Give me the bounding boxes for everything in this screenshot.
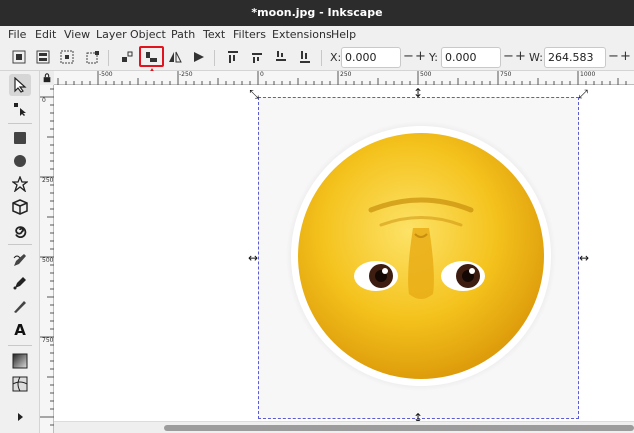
menu-layer[interactable]: Layer bbox=[96, 28, 127, 41]
ruler-label: 0 bbox=[42, 97, 46, 104]
y-label: Y: bbox=[429, 51, 438, 64]
toolbar-separator bbox=[321, 50, 322, 66]
3d-box-tool-icon[interactable] bbox=[9, 196, 31, 218]
selector-tool-icon[interactable] bbox=[9, 74, 31, 96]
pencil-tool-icon[interactable] bbox=[9, 249, 31, 271]
toolbar-separator bbox=[108, 50, 109, 66]
menu-text[interactable]: Text bbox=[203, 28, 225, 41]
raise-icon[interactable] bbox=[248, 48, 266, 66]
moon-image[interactable] bbox=[259, 98, 578, 418]
w-decrement-button[interactable]: − bbox=[608, 49, 619, 65]
width-field[interactable]: 264.583 bbox=[544, 47, 606, 68]
horizontal-ruler: -500 -250 0 250 500 750 1000 bbox=[54, 71, 634, 85]
spiral-tool-icon[interactable] bbox=[9, 219, 31, 241]
ruler-label: 500 bbox=[42, 257, 54, 264]
scale-handle-top-left[interactable]: ⤡ bbox=[248, 88, 260, 100]
mesh-tool-icon[interactable] bbox=[9, 373, 31, 395]
calligraphy-tool-icon[interactable] bbox=[9, 295, 31, 317]
flip-vertical-icon[interactable] bbox=[190, 48, 208, 66]
highlight-box bbox=[139, 46, 164, 67]
invert-selection-icon[interactable] bbox=[58, 48, 76, 66]
page-area[interactable] bbox=[258, 97, 579, 419]
toolbox: A bbox=[0, 71, 40, 433]
pen-tool-icon[interactable] bbox=[9, 272, 31, 294]
raise-to-top-icon[interactable] bbox=[224, 48, 242, 66]
menu-edit[interactable]: Edit bbox=[35, 28, 56, 41]
ruler-label: 250 bbox=[42, 177, 54, 184]
star-tool-icon[interactable] bbox=[9, 173, 31, 195]
menu-view[interactable]: View bbox=[64, 28, 90, 41]
x-increment-button[interactable]: + bbox=[415, 49, 426, 65]
menu-filters[interactable]: Filters bbox=[233, 28, 266, 41]
ruler-label: -250 bbox=[179, 71, 193, 78]
tool-controls-bar: X: 0.000 − + Y: 0.000 − + W: 264.583 − + bbox=[0, 45, 634, 71]
title-bar: *moon.jpg - Inkscape bbox=[0, 0, 634, 26]
flip-horizontal-icon[interactable] bbox=[166, 48, 184, 66]
y-decrement-button[interactable]: − bbox=[503, 49, 514, 65]
lower-to-bottom-icon[interactable] bbox=[296, 48, 314, 66]
ellipse-tool-icon[interactable] bbox=[9, 150, 31, 172]
rotate-ccw-icon[interactable] bbox=[118, 48, 136, 66]
menu-bar: File Edit View Layer Object Path Text Fi… bbox=[0, 26, 634, 45]
text-tool-icon[interactable]: A bbox=[9, 319, 31, 341]
rectangle-tool-icon[interactable] bbox=[9, 127, 31, 149]
ruler-label: 250 bbox=[340, 71, 352, 78]
menu-extensions[interactable]: Extensions bbox=[272, 28, 332, 41]
toolbox-separator bbox=[8, 345, 32, 346]
ruler-label: -500 bbox=[99, 71, 113, 78]
menu-help[interactable]: Help bbox=[331, 28, 356, 41]
window-title: *moon.jpg - Inkscape bbox=[251, 6, 383, 19]
w-increment-button[interactable]: + bbox=[620, 49, 631, 65]
horizontal-scrollbar[interactable] bbox=[54, 421, 634, 433]
vertical-ruler: 0 250 500 750 bbox=[40, 85, 54, 433]
ruler-label: 1000 bbox=[580, 71, 596, 78]
y-increment-button[interactable]: + bbox=[515, 49, 526, 65]
x-decrement-button[interactable]: − bbox=[403, 49, 414, 65]
select-all-layers-icon[interactable] bbox=[34, 48, 52, 66]
x-label: X: bbox=[330, 51, 342, 64]
scale-handle-top-right[interactable]: ⤢ bbox=[577, 88, 589, 100]
scale-handle-top[interactable]: ↕ bbox=[412, 87, 424, 99]
menu-file[interactable]: File bbox=[8, 28, 26, 41]
menu-path[interactable]: Path bbox=[171, 28, 195, 41]
gradient-tool-icon[interactable] bbox=[9, 350, 31, 372]
deselect-icon[interactable] bbox=[84, 48, 102, 66]
scale-handle-left[interactable]: ↔ bbox=[247, 252, 259, 264]
lower-icon[interactable] bbox=[272, 48, 290, 66]
toolbox-separator bbox=[8, 244, 32, 245]
x-field[interactable]: 0.000 bbox=[341, 47, 401, 68]
toolbar-separator bbox=[214, 50, 215, 66]
y-field[interactable]: 0.000 bbox=[441, 47, 501, 68]
expand-toolbox-icon[interactable] bbox=[9, 410, 31, 424]
ruler-label: 500 bbox=[420, 71, 432, 78]
node-tool-icon[interactable] bbox=[9, 98, 31, 120]
ruler-label: 750 bbox=[42, 337, 54, 344]
toolbox-separator bbox=[8, 123, 32, 124]
ruler-label: 0 bbox=[260, 71, 264, 78]
w-label: W: bbox=[529, 51, 543, 64]
ruler-label: 750 bbox=[500, 71, 512, 78]
lock-guides-icon[interactable] bbox=[40, 71, 54, 85]
menu-object[interactable]: Object bbox=[130, 28, 166, 41]
scrollbar-thumb[interactable] bbox=[164, 425, 634, 431]
select-all-icon[interactable] bbox=[10, 48, 28, 66]
scale-handle-right[interactable]: ↔ bbox=[578, 252, 590, 264]
